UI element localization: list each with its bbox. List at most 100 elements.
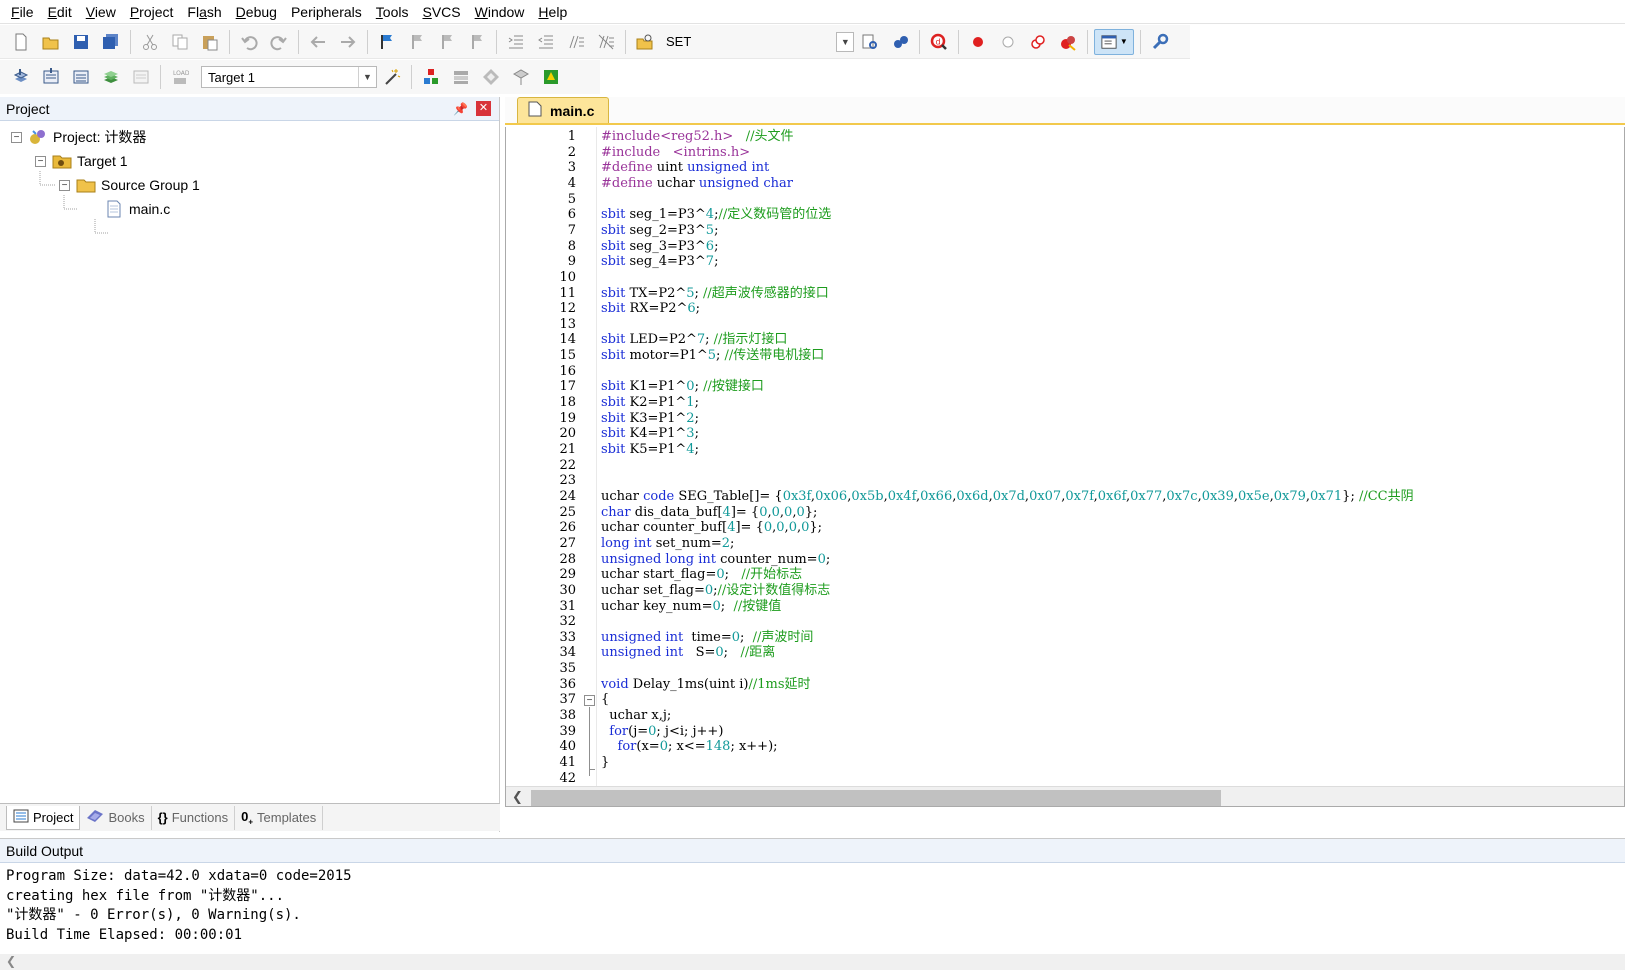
new-file-icon	[15, 33, 27, 50]
configuration-button[interactable]	[1147, 29, 1173, 55]
browse-button[interactable]	[887, 29, 913, 55]
tab-books[interactable]: Books	[80, 805, 152, 830]
svg-text:d: d	[936, 37, 941, 46]
menu-edit[interactable]: Edit	[41, 0, 79, 24]
scroll-left-icon[interactable]: ❮	[512, 789, 523, 805]
line-number: 42	[559, 770, 576, 786]
disable-breakpoints-button[interactable]	[1025, 29, 1051, 55]
code-line: 40 for(x=0; x<=148; x++);	[506, 739, 1624, 755]
tab-templates[interactable]: 0+ Templates	[235, 805, 324, 830]
chevron-down-icon[interactable]: ▼	[836, 31, 855, 52]
manage-rte-button[interactable]	[478, 64, 504, 90]
tree-item-project[interactable]: − Project: 计数器	[11, 125, 146, 149]
navigate-forward-button[interactable]	[335, 29, 361, 55]
fold-collapse-icon[interactable]: −	[584, 695, 595, 707]
tab-main-c[interactable]: main.c	[517, 97, 610, 123]
comment-button[interactable]	[563, 29, 589, 55]
line-number: 7	[567, 222, 576, 238]
code-editor[interactable]: 1 #include<reg52.h> //头文件 2 #include <intri…	[505, 127, 1625, 807]
bookmark-next-button[interactable]	[434, 29, 460, 55]
save-icon	[74, 34, 88, 49]
download-button[interactable]: LOAD	[167, 64, 193, 90]
menu-tools[interactable]: Tools	[369, 0, 416, 24]
debug-session-button[interactable]: d	[926, 29, 952, 55]
navigate-back-button[interactable]	[305, 29, 331, 55]
save-button[interactable]	[68, 29, 94, 55]
tab-project[interactable]: Project	[6, 805, 81, 830]
paste-button[interactable]	[197, 29, 223, 55]
options-for-target-button[interactable]	[379, 64, 405, 90]
line-number: 15	[559, 348, 576, 364]
scrollbar-thumb[interactable]	[531, 790, 1221, 806]
menu-svcs[interactable]: SVCS	[415, 0, 467, 24]
file-icon	[104, 200, 124, 218]
select-packs-button[interactable]	[448, 64, 474, 90]
pack-installer-button[interactable]	[508, 64, 534, 90]
menu-project[interactable]: Project	[123, 0, 181, 24]
code-text: #define uint unsigned int	[601, 160, 770, 176]
code-line: 12 sbit RX=P2^6;	[506, 301, 1624, 317]
set-label: SET	[666, 34, 692, 49]
undo-button[interactable]	[236, 29, 262, 55]
rebuild-button[interactable]	[68, 64, 94, 90]
menu-peripherals[interactable]: Peripherals	[284, 0, 369, 24]
line-number: 11	[559, 285, 576, 301]
build-icon	[43, 68, 59, 84]
collapse-icon[interactable]: −	[11, 131, 22, 143]
cut-button[interactable]	[137, 29, 163, 55]
menu-view[interactable]: View	[79, 0, 123, 24]
bookmark-clear-button[interactable]	[464, 29, 490, 55]
menu-window[interactable]: Window	[468, 0, 532, 24]
find-in-files-button[interactable]	[632, 29, 658, 55]
code-line: 33 unsigned int time=0; //声波时间	[506, 630, 1624, 646]
code-text: sbit RX=P2^6;	[601, 301, 701, 317]
menu-file[interactable]: File	[4, 0, 41, 24]
copy-button[interactable]	[167, 29, 193, 55]
close-icon[interactable]: ✕	[476, 101, 491, 116]
build-button[interactable]	[38, 64, 64, 90]
bookmark-flag-icon	[381, 34, 392, 49]
batch-build-button[interactable]	[98, 64, 124, 90]
translate-button[interactable]	[8, 64, 34, 90]
build-output-line: Program Size: data=42.0 xdata=0 code=201…	[6, 868, 352, 884]
collapse-icon[interactable]: −	[59, 179, 70, 191]
line-number: 29	[559, 567, 576, 583]
menu-help[interactable]: Help	[531, 0, 574, 24]
tree-item-target[interactable]: − Target 1	[35, 149, 128, 173]
target-select[interactable]: Target 1 ▼	[201, 66, 377, 88]
stop-build-button[interactable]	[128, 64, 154, 90]
kill-breakpoints-button[interactable]	[1055, 29, 1081, 55]
manage-project-items-button[interactable]	[418, 64, 444, 90]
enable-breakpoint-button[interactable]	[995, 29, 1021, 55]
menu-debug[interactable]: Debug	[229, 0, 284, 24]
tree-item-source-group[interactable]: − Source Group 1	[59, 173, 200, 197]
indent-button[interactable]	[503, 29, 529, 55]
svg-text:LOAD: LOAD	[173, 70, 189, 77]
open-file-button[interactable]	[38, 29, 64, 55]
unindent-button[interactable]	[533, 29, 559, 55]
collapse-icon[interactable]: −	[35, 155, 46, 167]
insert-breakpoint-button[interactable]	[965, 29, 991, 55]
software-packs-button[interactable]	[538, 64, 564, 90]
line-number: 24	[559, 488, 576, 504]
scroll-left-icon[interactable]: ❮	[6, 954, 16, 968]
menu-flash[interactable]: Flash	[180, 0, 228, 24]
bookmark-prev-button[interactable]	[404, 29, 430, 55]
tab-functions[interactable]: {} Functions	[152, 805, 236, 830]
tree-item-label: Source Group 1	[101, 177, 200, 193]
undo-icon	[241, 35, 258, 50]
code-text: #define uchar unsigned char	[601, 175, 793, 191]
incremental-find-button[interactable]	[857, 29, 883, 55]
uncomment-button[interactable]	[593, 29, 619, 55]
tree-item-file[interactable]: main.c	[104, 197, 170, 221]
tab-label: Books	[108, 810, 145, 825]
horizontal-scrollbar[interactable]: ❮	[506, 786, 1624, 806]
window-layout-button[interactable]: ▼	[1094, 28, 1135, 55]
pin-icon[interactable]: 📌	[453, 102, 468, 116]
redo-button[interactable]	[266, 29, 292, 55]
find-combo[interactable]: ▼	[705, 31, 855, 53]
save-all-button[interactable]	[98, 29, 124, 55]
new-file-button[interactable]	[8, 29, 34, 55]
bookmark-toggle-button[interactable]	[374, 29, 400, 55]
build-output-scrollbar[interactable]: ❮	[0, 954, 1625, 970]
